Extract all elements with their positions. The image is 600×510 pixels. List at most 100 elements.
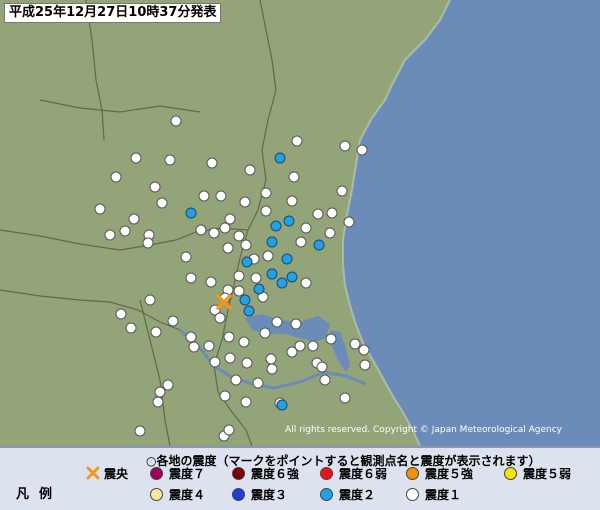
station-intensity-1-dot[interactable] [326,207,338,219]
station-intensity-1-dot[interactable] [356,144,368,156]
station-intensity-1-dot[interactable] [195,224,207,236]
legend-item-label: 震度５強 [425,466,474,481]
station-intensity-1-dot[interactable] [290,318,302,330]
station-intensity-1-dot[interactable] [209,356,221,368]
station-intensity-1-dot[interactable] [244,164,256,176]
station-intensity-1-dot[interactable] [233,230,245,242]
station-intensity-1-dot[interactable] [185,272,197,284]
station-intensity-1-dot[interactable] [119,225,131,237]
station-intensity-1-dot[interactable] [223,331,235,343]
station-intensity-1-dot[interactable] [259,327,271,339]
station-intensity-2-dot[interactable] [243,305,255,317]
station-intensity-1-dot[interactable] [260,187,272,199]
station-intensity-2-dot[interactable] [241,256,253,268]
station-intensity-1-dot[interactable] [185,331,197,343]
station-intensity-2-dot[interactable] [283,215,295,227]
station-intensity-1-dot[interactable] [223,424,235,436]
station-intensity-1-dot[interactable] [152,396,164,408]
station-intensity-1-dot[interactable] [203,340,215,352]
station-intensity-1-dot[interactable] [358,344,370,356]
station-intensity-1-dot[interactable] [180,251,192,263]
station-intensity-1-dot[interactable] [94,203,106,215]
legend-item-4: 震度５強 [406,465,473,481]
station-intensity-1-dot[interactable] [142,237,154,249]
station-intensity-1-dot[interactable] [266,363,278,375]
station-intensity-1-dot[interactable] [206,157,218,169]
station-intensity-2-dot[interactable] [266,236,278,248]
station-intensity-1-dot[interactable] [233,270,245,282]
station-intensity-1-dot[interactable] [156,197,168,209]
station-intensity-1-dot[interactable] [238,336,250,348]
station-intensity-2-dot[interactable] [281,253,293,265]
station-intensity-1-dot[interactable] [125,322,137,334]
station-intensity-2-dot[interactable] [270,220,282,232]
station-intensity-1-dot[interactable] [128,213,140,225]
station-intensity-1-dot[interactable] [252,377,264,389]
station-intensity-1-dot[interactable] [214,312,226,324]
station-intensity-1-dot[interactable] [110,171,122,183]
station-intensity-1-dot[interactable] [198,190,210,202]
station-intensity-1-dot[interactable] [271,316,283,328]
station-intensity-1-dot[interactable] [324,227,336,239]
station-intensity-1-dot[interactable] [295,236,307,248]
station-intensity-1-dot[interactable] [162,379,174,391]
station-intensity-1-dot[interactable] [144,294,156,306]
station-intensity-1-dot[interactable] [291,135,303,147]
station-intensity-1-dot[interactable] [104,229,116,241]
station-intensity-2-dot[interactable] [313,239,325,251]
map-area[interactable]: 平成25年12月27日10時37分発表 All rights reserved.… [0,0,600,446]
station-intensity-1-dot[interactable] [339,140,351,152]
station-intensity-1-dot[interactable] [149,181,161,193]
station-intensity-1-dot[interactable] [115,308,127,320]
station-intensity-1-dot[interactable] [130,152,142,164]
station-intensity-2-dot[interactable] [274,152,286,164]
station-intensity-1-dot[interactable] [170,115,182,127]
station-intensity-1-dot[interactable] [224,213,236,225]
station-intensity-2-dot[interactable] [239,294,251,306]
station-intensity-1-dot[interactable] [325,333,337,345]
station-intensity-1-dot[interactable] [312,208,324,220]
station-intensity-1-dot[interactable] [319,374,331,386]
station-intensity-1-dot[interactable] [359,359,371,371]
station-intensity-1-dot[interactable] [219,222,231,234]
station-intensity-1-dot[interactable] [265,353,277,365]
station-intensity-1-dot[interactable] [154,386,166,398]
station-intensity-1-dot[interactable] [222,242,234,254]
station-intensity-1-dot[interactable] [224,352,236,364]
station-intensity-1-dot[interactable] [233,285,245,297]
station-intensity-1-dot[interactable] [150,326,162,338]
station-intensity-1-dot[interactable] [240,239,252,251]
station-intensity-1-dot[interactable] [188,341,200,353]
station-intensity-1-dot[interactable] [300,277,312,289]
station-intensity-2-dot[interactable] [185,207,197,219]
station-intensity-1-dot[interactable] [300,222,312,234]
station-intensity-2-dot[interactable] [253,283,265,295]
station-intensity-1-dot[interactable] [215,190,227,202]
station-intensity-1-dot[interactable] [336,185,348,197]
station-intensity-1-dot[interactable] [250,272,262,284]
station-intensity-1-dot[interactable] [343,216,355,228]
station-intensity-1-dot[interactable] [286,346,298,358]
station-intensity-1-dot[interactable] [262,250,274,262]
station-intensity-1-dot[interactable] [241,357,253,369]
station-intensity-1-dot[interactable] [167,315,179,327]
station-intensity-2-dot[interactable] [276,399,288,411]
station-intensity-1-dot[interactable] [286,195,298,207]
station-intensity-1-dot[interactable] [208,227,220,239]
station-intensity-1-dot[interactable] [349,338,361,350]
station-intensity-1-dot[interactable] [316,361,328,373]
station-intensity-1-dot[interactable] [307,340,319,352]
station-intensity-1-dot[interactable] [134,425,146,437]
station-intensity-1-dot[interactable] [230,374,242,386]
station-intensity-2-dot[interactable] [286,271,298,283]
station-intensity-2-dot[interactable] [266,268,278,280]
station-intensity-1-dot[interactable] [219,390,231,402]
station-intensity-1-dot[interactable] [239,196,251,208]
station-intensity-1-dot[interactable] [240,396,252,408]
station-intensity-2-dot[interactable] [276,277,288,289]
station-intensity-1-dot[interactable] [205,276,217,288]
station-intensity-1-dot[interactable] [288,171,300,183]
station-intensity-1-dot[interactable] [260,205,272,217]
station-intensity-1-dot[interactable] [339,392,351,404]
station-intensity-1-dot[interactable] [164,154,176,166]
